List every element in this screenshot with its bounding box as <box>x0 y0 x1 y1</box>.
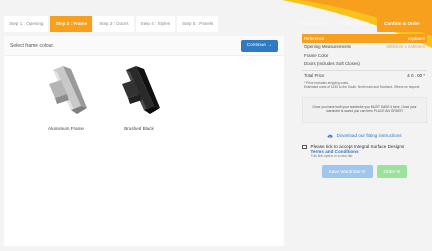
frame-options: Aluminium Frame Brushed Black <box>4 60 284 190</box>
opening-value: 3000mm x 2400mm <box>386 44 425 50</box>
tab-select-styles[interactable]: Select Styles <box>294 16 333 32</box>
terms-new-tab-note: This link opens in a new tab <box>310 153 353 158</box>
summary-row-doors: Doors (Includes Soft Closes) <box>302 60 427 69</box>
order-summary: Reference mydoors Opening Measurements 3… <box>302 34 427 178</box>
save-instructions-line2: wardrobe is saved you can then PLACE AN … <box>326 109 403 114</box>
summary-row-reference: Reference mydoors <box>302 34 427 43</box>
download-instructions-label: Download our fitting instructions <box>336 132 402 138</box>
panel-header: Select frame colour. Continue → <box>4 36 284 56</box>
total-value: £ 0 . 00 * <box>407 73 425 78</box>
summary-row-opening: Opening Measurements 3000mm x 2400mm <box>302 43 427 52</box>
save-instructions: Once you have built your wardrobe you MU… <box>302 96 427 123</box>
step-tab-opening[interactable]: Step 1 : Opening <box>4 16 49 32</box>
step-tabs: Step 1 : Opening Step 2 : Frame Step 3 :… <box>4 16 219 32</box>
continue-button[interactable]: Continue → <box>240 39 278 52</box>
doors-label: Doors (Includes Soft Closes) <box>304 61 360 67</box>
tab-confirm-order[interactable]: Confirm & Order <box>377 16 427 32</box>
reference-value: mydoors <box>408 35 425 41</box>
step-tab-styles[interactable]: Step 4 : Styles <box>135 16 176 32</box>
save-wardrobe-button[interactable]: Save Wardrobe ✉ <box>321 164 373 178</box>
step-tab-frame[interactable]: Step 2 : Frame <box>50 16 93 32</box>
frame-color-label: Frame Color <box>304 52 329 58</box>
summary-tabs: Select Styles Select Panels Confirm & Or… <box>294 16 427 32</box>
tab-select-panels[interactable]: Select Panels <box>335 16 375 32</box>
price-note-line2: Estimated costs of £150 to the South, No… <box>304 85 420 90</box>
reference-label: Reference <box>304 35 325 41</box>
frame-selection-panel: Select frame colour. Continue → Aluminiu… <box>4 36 284 246</box>
frame-option-aluminium[interactable]: Aluminium Frame <box>26 66 106 131</box>
summary-row-frame-color: Frame Color <box>302 51 427 60</box>
step-tab-doors[interactable]: Step 3 : Doors <box>94 16 134 32</box>
cloud-download-icon <box>327 134 333 138</box>
price-note: * Price excludes shipping costs. Estimat… <box>302 80 427 91</box>
frame-label-aluminium: Aluminium Frame <box>48 126 84 131</box>
download-instructions-link[interactable]: Download our fitting instructions <box>302 133 427 138</box>
order-button[interactable]: Order ✉ <box>376 164 408 178</box>
terms-checkbox[interactable] <box>302 144 307 150</box>
frame-label-brushed-black: Brushed Black <box>124 126 154 131</box>
brushed-black-frame-image <box>122 66 160 114</box>
frame-option-brushed-black[interactable]: Brushed Black <box>99 66 179 131</box>
aluminium-frame-image <box>49 66 87 114</box>
app-window: Step 1 : Opening Step 2 : Frame Step 3 :… <box>0 0 432 251</box>
summary-row-total: Total Price £ 0 . 00 * <box>302 70 427 80</box>
panel-title: Select frame colour. <box>10 42 55 49</box>
opening-label: Opening Measurements <box>304 44 351 50</box>
step-tab-panels[interactable]: Step 5 : Panels <box>177 16 219 32</box>
action-buttons: Save Wardrobe ✉ Order ✉ <box>302 164 427 178</box>
terms-acceptance: Please tick to accept Integral Surface D… <box>302 144 427 158</box>
terms-text: Please tick to accept Integral Surface D… <box>311 144 405 158</box>
total-label: Total Price <box>304 73 325 78</box>
